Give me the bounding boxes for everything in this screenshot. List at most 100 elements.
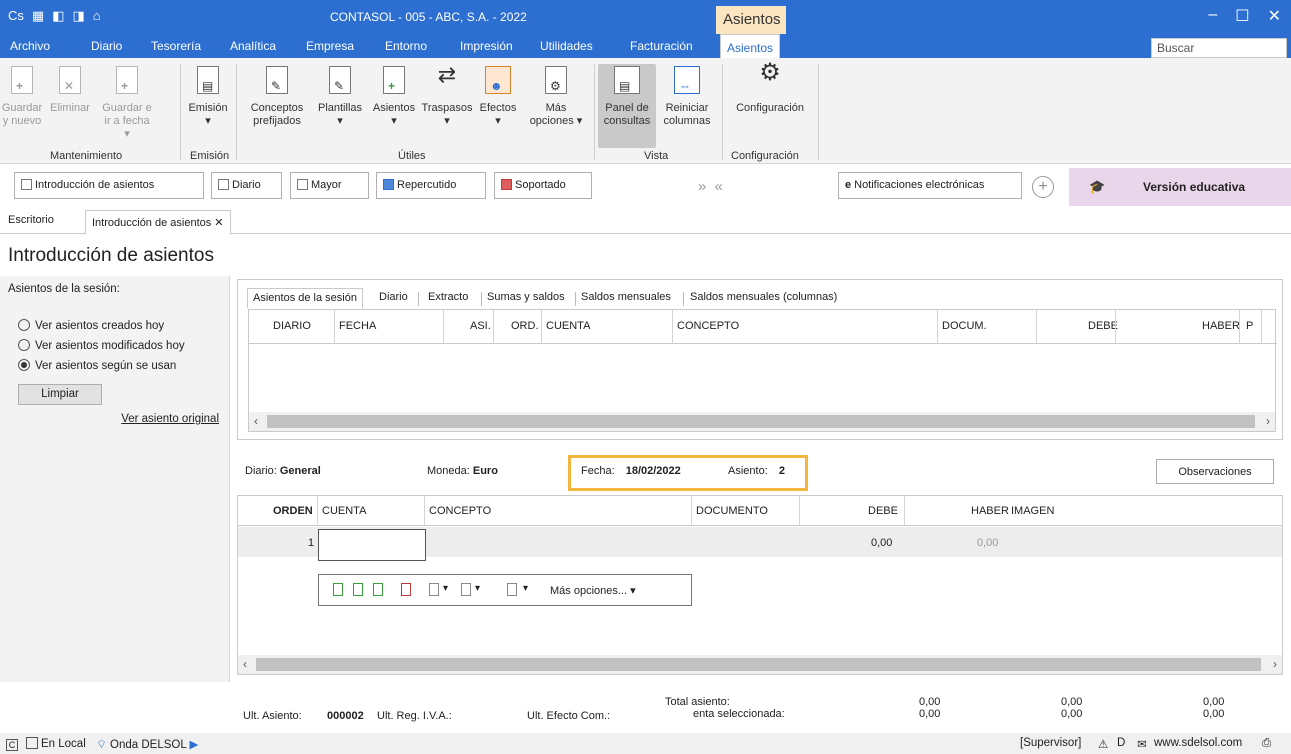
tab-saldos-mensuales-columnas[interactable]: Saldos mensuales (columnas) [690, 291, 837, 303]
col-imagen[interactable]: IMAGEN [1011, 505, 1054, 517]
tab-asientos-sesion[interactable]: Asientos de la sesión [247, 288, 363, 309]
row-debe[interactable]: 0,00 [871, 537, 892, 549]
efectos-button[interactable]: ☻ Efectos ▾ [476, 64, 520, 128]
mas-opciones-menu[interactable]: Más opciones... ▾ [550, 584, 636, 597]
tab-sumas-saldos[interactable]: Sumas y saldos [487, 291, 565, 303]
close-button[interactable]: ✕ [1268, 6, 1281, 26]
delete-line-icon[interactable] [401, 583, 411, 596]
menu-asientos[interactable]: Asientos [720, 34, 781, 58]
col-documento[interactable]: DOCUMENTO [696, 505, 768, 517]
col-cuenta[interactable]: CUENTA [322, 505, 366, 517]
col-concepto[interactable]: CONCEPTO [429, 505, 491, 517]
observaciones-button[interactable]: Observaciones [1156, 459, 1274, 484]
col-haber[interactable]: HABER [971, 505, 1009, 517]
radio-segun-se-usan[interactable]: Ver asientos según se usan [18, 359, 176, 372]
radio-modificados-hoy[interactable]: Ver asientos modificados hoy [18, 339, 185, 352]
menu-entorno[interactable]: Entorno [385, 39, 427, 53]
lock-icon[interactable]: ⌂ [93, 8, 101, 24]
table-row[interactable]: 1 0,00 0,00 [238, 527, 1282, 561]
guardar-nuevo-button[interactable]: + Guardar y nuevo [0, 64, 44, 128]
reiniciar-columnas-button[interactable]: ⇔ Reiniciar columnas [658, 64, 716, 128]
menu-analitica[interactable]: Analítica [230, 39, 276, 53]
col-debe[interactable]: DEBE [1088, 320, 1118, 332]
soportado-shortcut[interactable]: Soportado [494, 172, 592, 199]
tab-extracto[interactable]: Extracto [428, 291, 468, 303]
copy-line-icon[interactable] [429, 583, 439, 596]
maximize-button[interactable]: ☐ [1235, 6, 1249, 26]
d-icon[interactable]: D [1117, 737, 1125, 749]
notificaciones-electronicas-button[interactable]: e Notificaciones electrónicas [838, 172, 1022, 199]
cuenta-cell-input[interactable] [318, 529, 426, 561]
warning-icon[interactable]: ⚠ [1098, 737, 1108, 751]
menu-archivo[interactable]: Archivo [10, 39, 50, 53]
col-debe[interactable]: DEBE [868, 505, 898, 517]
scroll-right-icon[interactable]: › [1273, 657, 1277, 671]
configuracion-button[interactable]: ⚙ Configuración [726, 61, 814, 115]
search-input[interactable]: Buscar [1151, 38, 1287, 58]
panel-consultas-button[interactable]: ▤ Panel de consultas [598, 64, 656, 148]
col-orden[interactable]: ORDEN [273, 505, 313, 517]
ver-asiento-original-link[interactable]: Ver asiento original [121, 413, 219, 425]
emision-button[interactable]: ▤ Emisión ▾ [188, 64, 228, 128]
col-concepto[interactable]: CONCEPTO [677, 320, 739, 332]
mas-opciones-button[interactable]: ⚙ Más opciones ▾ [524, 64, 588, 128]
insert-line-below-icon[interactable] [353, 583, 363, 596]
scroll-arrows-icon[interactable]: » « [698, 178, 725, 195]
tab-introduccion-asientos[interactable]: Introducción de asientos ✕ [85, 210, 231, 235]
connection-icon[interactable]: ⎙ [1262, 737, 1271, 750]
scroll-left-icon[interactable]: ‹ [254, 414, 258, 428]
add-shortcut-icon[interactable]: + [1032, 176, 1054, 198]
menu-impresion[interactable]: Impresión [460, 39, 513, 53]
col-ord[interactable]: ORD. [511, 320, 539, 332]
paste-line-icon[interactable] [461, 583, 471, 596]
scrollbar-thumb[interactable] [256, 658, 1261, 671]
traspasos-button[interactable]: ⇄ Traspasos ▾ [419, 64, 475, 128]
horizontal-scrollbar[interactable]: ‹ › [238, 655, 1282, 674]
plantillas-button[interactable]: ✎ Plantillas ▾ [312, 64, 368, 128]
col-cuenta[interactable]: CUENTA [546, 320, 590, 332]
chevron-down-icon[interactable]: ▾ [475, 583, 480, 594]
chevron-down-icon[interactable]: ▾ [443, 583, 448, 594]
col-fecha[interactable]: FECHA [339, 320, 376, 332]
mayor-shortcut[interactable]: Mayor [290, 172, 369, 199]
minimize-button[interactable]: – [1208, 6, 1217, 26]
col-p[interactable]: P [1246, 320, 1253, 332]
menu-facturacion[interactable]: Facturación [630, 39, 693, 53]
insert-line-icon[interactable] [333, 583, 343, 596]
col-diario[interactable]: DIARIO [273, 320, 311, 332]
scroll-left-icon[interactable]: ‹ [243, 657, 247, 671]
tab-saldos-mensuales[interactable]: Saldos mensuales [581, 291, 671, 303]
asientos-button[interactable]: + Asientos ▾ [370, 64, 418, 128]
duplicate-line-icon[interactable] [373, 583, 383, 596]
chevron-down-icon[interactable]: ▾ [523, 583, 528, 594]
entry-lines-table[interactable]: ORDEN CUENTA CONCEPTO DOCUMENTO DEBE HAB… [237, 495, 1283, 675]
menu-tesoreria[interactable]: Tesorería [151, 39, 201, 53]
guardar-ir-fecha-button[interactable]: + Guardar e ir a fecha ▾ [102, 64, 152, 141]
save-icon[interactable]: ◧ [52, 8, 64, 24]
calculator-mode-icon[interactable]: C [6, 737, 21, 751]
en-local-toggle[interactable]: En Local [26, 737, 86, 750]
mail-icon[interactable]: ✉ [1137, 737, 1147, 751]
diario-shortcut[interactable]: Diario [211, 172, 282, 199]
col-haber[interactable]: HABER [1202, 320, 1240, 332]
introduccion-asientos-shortcut[interactable]: Introducción de asientos [14, 172, 204, 199]
limpiar-button[interactable]: Limpiar [18, 384, 102, 405]
menu-empresa[interactable]: Empresa [306, 39, 354, 53]
undo-icon[interactable]: ◨ [72, 8, 84, 24]
menu-diario[interactable]: Diario [91, 39, 122, 53]
scrollbar-thumb[interactable] [267, 415, 1255, 428]
session-entries-table[interactable]: DIARIO FECHA ASI. ORD. CUENTA CONCEPTO D… [248, 309, 1277, 432]
row-haber[interactable]: 0,00 [977, 537, 998, 549]
col-docum[interactable]: DOCUM. [942, 320, 987, 332]
eliminar-button[interactable]: ✕ Eliminar [46, 64, 94, 115]
repercutido-shortcut[interactable]: Repercutido [376, 172, 486, 199]
menu-utilidades[interactable]: Utilidades [540, 39, 593, 53]
tab-escritorio[interactable]: Escritorio [8, 214, 54, 226]
website-link[interactable]: www.sdelsol.com [1154, 737, 1242, 749]
radio-creados-hoy[interactable]: Ver asientos creados hoy [18, 319, 164, 332]
onda-delsol-button[interactable]: ⌔ Onda DELSOL ▶ [96, 737, 198, 752]
horizontal-scrollbar[interactable]: ‹ › [249, 412, 1275, 431]
document-icon[interactable] [507, 583, 517, 596]
conceptos-prefijados-button[interactable]: ✎ Conceptos prefijados [246, 64, 308, 128]
col-asi[interactable]: ASI. [470, 320, 491, 332]
